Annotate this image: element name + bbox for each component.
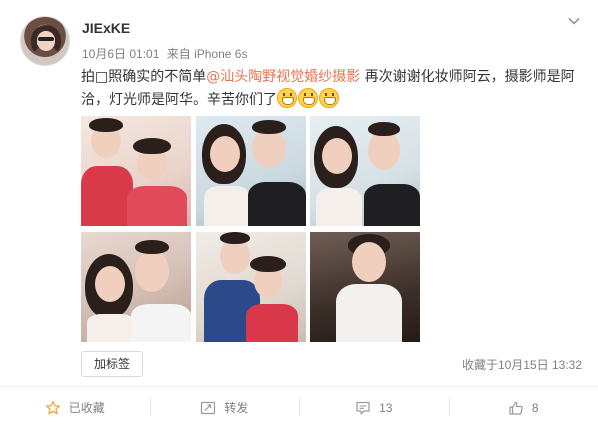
photo-thumbnail[interactable] xyxy=(81,116,191,226)
add-tag-button[interactable]: 加标签 xyxy=(81,351,143,377)
post-source[interactable]: 来自 iPhone 6s xyxy=(167,47,248,61)
avatar-face xyxy=(37,31,55,51)
action-bar: 已收藏 转发 13 8 xyxy=(0,387,598,428)
favorited-time: 收藏于10月15日 13:32 xyxy=(461,358,582,372)
post-text: 拍□照确实的不简单@汕头陶野视觉婚纱摄影 再次谢谢化妆师阿云，摄影师是阿洽，灯光… xyxy=(81,66,586,111)
post-text-start: 拍□照确实的不简单 xyxy=(81,69,207,85)
username[interactable]: JIExKE xyxy=(82,20,130,36)
grin-emoji-icon xyxy=(319,88,339,108)
repost-label: 转发 xyxy=(224,401,249,415)
photo-thumbnail[interactable] xyxy=(196,116,306,226)
grin-emoji-icon xyxy=(298,88,318,108)
favorite-label: 已收藏 xyxy=(68,401,105,415)
star-icon xyxy=(45,400,61,416)
thumbs-up-icon xyxy=(508,400,524,416)
avatar-glasses xyxy=(38,37,54,41)
photo-thumbnail[interactable] xyxy=(310,232,420,342)
photo-grid xyxy=(81,116,421,342)
like-button[interactable]: 8 xyxy=(448,387,598,428)
favorite-button[interactable]: 已收藏 xyxy=(0,387,150,428)
photo-thumbnail[interactable] xyxy=(196,232,306,342)
post-meta: 10月6日 01:01 来自 iPhone 6s xyxy=(82,45,247,62)
like-count: 8 xyxy=(531,400,539,415)
weibo-post-card: JIExKE 10月6日 01:01 来自 iPhone 6s 拍□照确实的不简… xyxy=(0,0,598,428)
mention-link[interactable]: @汕头陶野视觉婚纱摄影 xyxy=(206,69,360,85)
post-date[interactable]: 10月6日 01:01 xyxy=(82,47,159,61)
photo-thumbnail[interactable] xyxy=(310,116,420,226)
repost-button[interactable]: 转发 xyxy=(149,387,300,428)
grin-emoji-icon xyxy=(277,88,297,108)
comment-icon xyxy=(355,400,371,416)
chevron-down-icon[interactable] xyxy=(566,14,582,30)
repost-icon xyxy=(200,400,216,416)
photo-thumbnail[interactable] xyxy=(81,232,191,342)
avatar[interactable] xyxy=(20,16,70,66)
comment-button[interactable]: 13 xyxy=(299,387,449,428)
comment-count: 13 xyxy=(379,400,393,415)
